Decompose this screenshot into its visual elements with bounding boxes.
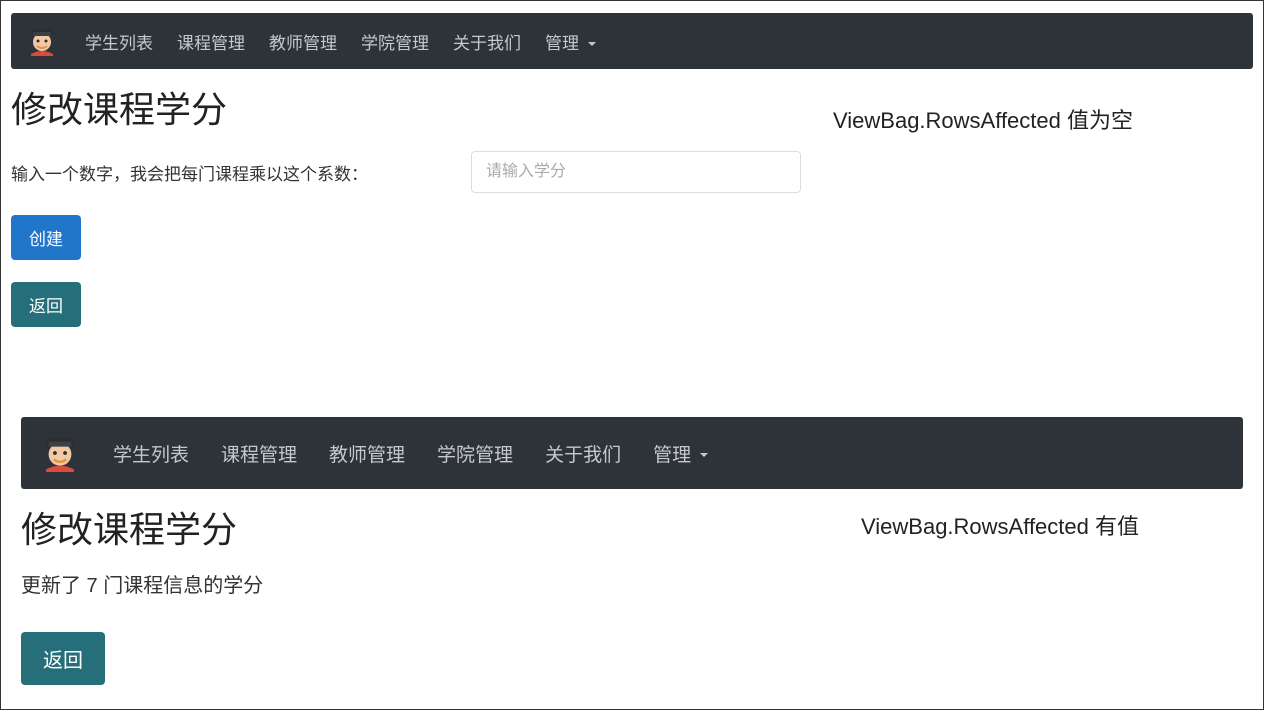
nav-about[interactable]: 关于我们 [535,432,631,475]
chevron-down-icon [700,453,708,457]
app-logo-icon[interactable] [27,26,57,56]
back-button[interactable]: 返回 [21,632,105,685]
credits-input[interactable] [471,151,801,193]
nav-admin-label: 管理 [545,34,579,53]
back-button[interactable]: 返回 [11,282,81,327]
navbar: 学生列表 课程管理 教师管理 学院管理 关于我们 管理 [11,13,1253,69]
create-button[interactable]: 创建 [11,215,81,260]
nav-colleges[interactable]: 学院管理 [427,432,523,475]
nav-courses[interactable]: 课程管理 [211,432,307,475]
nav-students[interactable]: 学生列表 [103,432,199,475]
nav-admin-dropdown[interactable]: 管理 [537,23,604,60]
nav-colleges[interactable]: 学院管理 [353,23,437,60]
nav-students[interactable]: 学生列表 [77,23,161,60]
nav-about[interactable]: 关于我们 [445,23,529,60]
app-logo-icon[interactable] [41,434,79,472]
nav-teachers[interactable]: 教师管理 [261,23,345,60]
annotation-hasvalue: ViewBag.RowsAffected 有值 [861,509,1139,541]
chevron-down-icon [588,42,596,46]
state-empty-section: 学生列表 课程管理 教师管理 学院管理 关于我们 管理 修改课程学分 输入一个数… [1,1,1263,327]
annotation-empty: ViewBag.RowsAffected 值为空 [833,103,1133,135]
nav-courses[interactable]: 课程管理 [169,23,253,60]
multiplier-label: 输入一个数字，我会把每门课程乘以这个系数： [11,160,471,185]
nav-admin-label: 管理 [653,445,691,466]
nav-teachers[interactable]: 教师管理 [319,432,415,475]
nav-admin-dropdown[interactable]: 管理 [643,432,718,475]
result-message: 更新了 7 门课程信息的学分 [21,569,1243,598]
state-hasvalue-section: 学生列表 课程管理 教师管理 学院管理 关于我们 管理 修改课程学分 更新了 7… [1,407,1263,685]
navbar: 学生列表 课程管理 教师管理 学院管理 关于我们 管理 [21,417,1243,489]
multiplier-form-row: 输入一个数字，我会把每门课程乘以这个系数： [11,151,1253,193]
